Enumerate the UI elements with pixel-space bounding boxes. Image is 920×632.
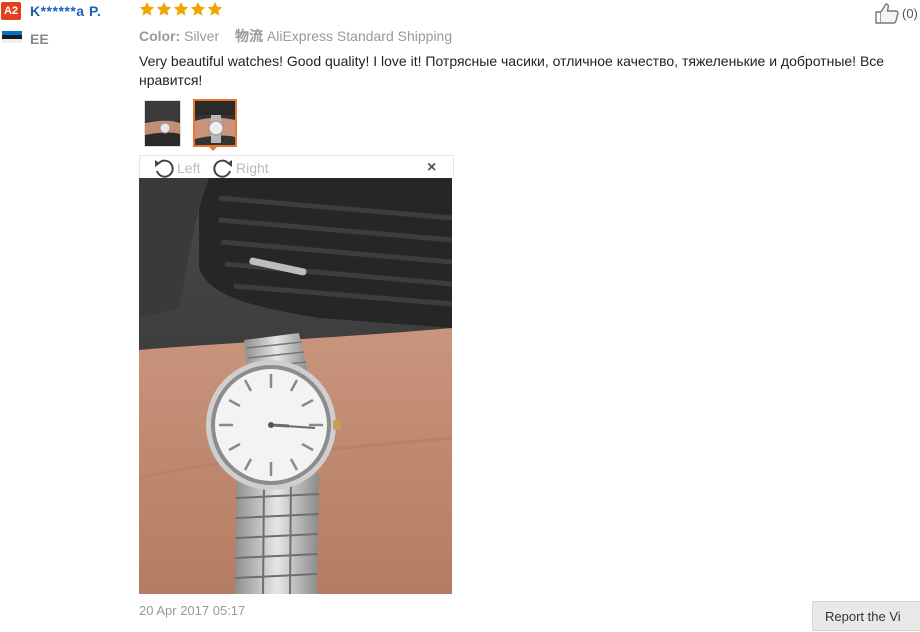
country-flag-icon (2, 31, 22, 43)
rotate-right-icon (213, 159, 232, 178)
star-icon (156, 2, 172, 16)
review-photo-thumbnail[interactable] (144, 100, 181, 147)
color-value: Silver (184, 28, 220, 44)
level-badge: A2 (1, 2, 21, 20)
reviewer-name[interactable]: K******a P. (30, 3, 101, 19)
rotate-left-button[interactable]: Left (153, 158, 200, 178)
rotate-right-button[interactable]: Right (212, 158, 269, 178)
review-date: 20 Apr 2017 05:17 (139, 603, 246, 618)
color-label: Color: (139, 28, 181, 44)
star-icon (139, 2, 155, 16)
report-button[interactable]: Report the Vi (812, 601, 920, 631)
rotate-right-label: Right (236, 160, 269, 176)
shipping-value: AliExpress Standard Shipping (266, 28, 453, 44)
review-photo-thumbnail-selected[interactable] (193, 99, 237, 147)
helpful-vote[interactable]: (0) (874, 2, 918, 24)
photo-viewer-toolbar: Left Right × (139, 155, 454, 179)
rotate-left-icon (155, 159, 174, 178)
rotate-left-label: Left (177, 160, 201, 176)
review-photo-large (139, 178, 452, 594)
close-viewer-button[interactable]: × (427, 159, 436, 177)
shipping-label: 物流 (235, 28, 264, 44)
helpful-count: (0) (902, 5, 918, 21)
review-text: Very beautiful watches! Good quality! I … (139, 53, 885, 88)
thumbs-up-icon[interactable] (874, 2, 900, 24)
star-icon (207, 2, 223, 16)
star-icon (173, 2, 189, 16)
star-icon (190, 2, 206, 16)
reviewer-country: EE (30, 31, 49, 47)
star-rating (139, 1, 223, 17)
thumbnail-pointer (207, 145, 219, 151)
order-attributes: Color: Silver 物流 AliExpress Standard Shi… (139, 26, 452, 46)
